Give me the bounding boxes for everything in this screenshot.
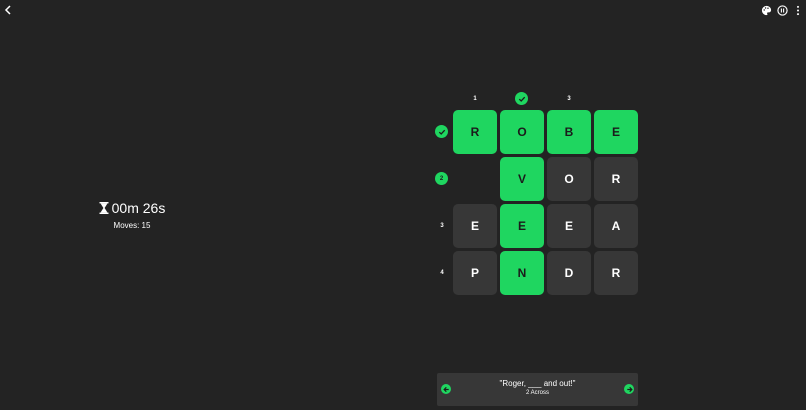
letter-tile[interactable]: O <box>500 110 544 154</box>
column-solved-badge <box>515 92 528 105</box>
palette-icon <box>761 5 771 15</box>
letter-tile[interactable]: E <box>500 204 544 248</box>
letter-tile[interactable]: R <box>594 157 638 201</box>
active-row-badge[interactable]: 2 <box>435 172 448 185</box>
letter-tile[interactable]: E <box>594 110 638 154</box>
theme-button[interactable] <box>758 2 774 18</box>
arrow-left-icon <box>442 386 449 392</box>
letter-tile[interactable]: B <box>547 110 591 154</box>
previous-clue-button[interactable] <box>441 384 451 394</box>
clue-bar: "Roger, ___ and out!" 2 Across <box>437 373 638 406</box>
pause-icon <box>776 4 788 16</box>
check-icon <box>518 96 525 102</box>
moves-counter: Moves: 15 <box>113 221 151 230</box>
arrow-right-icon <box>626 386 633 392</box>
letter-tile[interactable]: D <box>547 251 591 295</box>
letter-tile[interactable]: V <box>500 157 544 201</box>
column-number: 1 <box>473 96 477 102</box>
next-clue-button[interactable] <box>624 384 634 394</box>
back-button[interactable] <box>0 2 16 18</box>
letter-tile[interactable]: P <box>453 251 497 295</box>
row-number: 4 <box>440 270 444 276</box>
hourglass-icon <box>99 202 109 214</box>
letter-tile[interactable]: R <box>453 110 497 154</box>
clue-text: "Roger, ___ and out!" 2 Across <box>457 379 618 396</box>
letter-tile[interactable]: E <box>547 204 591 248</box>
letter-tile[interactable]: R <box>594 251 638 295</box>
column-number: 3 <box>567 96 571 102</box>
timer-value: 00m 26s <box>111 200 166 216</box>
more-options-button[interactable] <box>790 2 806 18</box>
row-solved-badge <box>435 125 448 138</box>
clue-main: "Roger, ___ and out!" <box>499 379 576 388</box>
more-vert-icon <box>796 5 800 15</box>
letter-tile[interactable]: A <box>594 204 638 248</box>
stats-panel: 00m 26s Moves: 15 <box>90 200 174 230</box>
chevron-left-icon <box>4 5 11 15</box>
letter-tile[interactable]: E <box>453 204 497 248</box>
letter-tile[interactable]: N <box>500 251 544 295</box>
row-number: 3 <box>440 223 444 229</box>
letter-tile[interactable]: O <box>547 157 591 201</box>
timer: 00m 26s <box>90 200 174 216</box>
check-icon <box>438 129 445 135</box>
clue-label: 2 Across <box>525 390 549 396</box>
pause-button[interactable] <box>774 2 790 18</box>
